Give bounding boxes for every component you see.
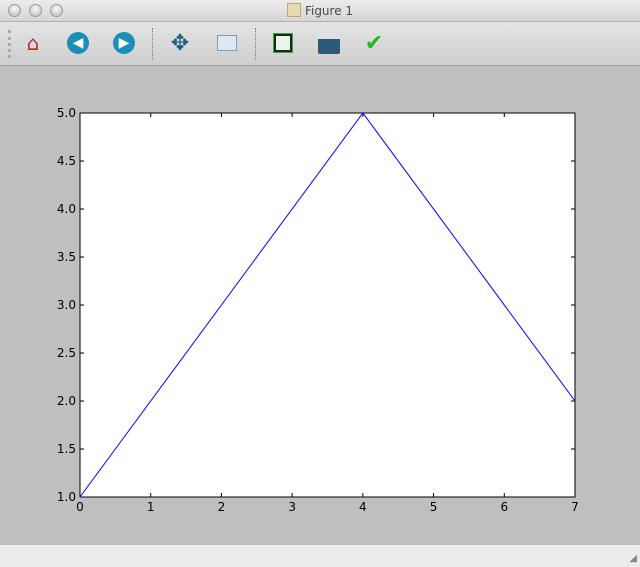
axes-area [79, 112, 576, 498]
data-point [362, 112, 364, 114]
toolbar: ⌂ ◀ ▶ ✥ ✔ [0, 22, 640, 66]
y-tick-label: 1.5 [57, 442, 76, 456]
x-tick-label: 6 [500, 500, 508, 514]
x-tick-label: 2 [218, 500, 226, 514]
y-tick-label: 5.0 [57, 106, 76, 120]
toolbar-separator [152, 28, 153, 60]
subplots-button[interactable] [270, 30, 296, 56]
resize-grip-icon[interactable]: ◢ [629, 553, 637, 564]
edit-button[interactable]: ✔ [361, 30, 387, 56]
back-button[interactable]: ◀ [65, 30, 91, 56]
data-point [79, 496, 81, 498]
window-title: Figure 1 [304, 4, 354, 18]
x-tick-label: 4 [359, 500, 367, 514]
y-tick-label: 2.0 [57, 394, 76, 408]
minimize-button[interactable] [29, 4, 42, 17]
x-tick-label: 5 [430, 500, 438, 514]
y-tick-label: 3.0 [57, 298, 76, 312]
arrow-left-icon: ◀ [67, 32, 89, 54]
home-button[interactable]: ⌂ [20, 30, 46, 56]
toolbar-grip[interactable] [8, 30, 11, 58]
y-tick-label: 4.0 [57, 202, 76, 216]
x-tick-label: 7 [571, 500, 579, 514]
title-bar: Figure 1 [0, 0, 640, 22]
save-button[interactable] [316, 30, 342, 56]
forward-button[interactable]: ▶ [111, 30, 137, 56]
figure-icon [286, 3, 301, 17]
y-tick-label: 2.5 [57, 346, 76, 360]
toolbar-separator [255, 28, 256, 60]
y-tick-label: 4.5 [57, 154, 76, 168]
status-bar: ◢ [0, 545, 640, 567]
zoom-rect-button[interactable] [214, 30, 240, 56]
data-point [574, 400, 576, 402]
close-button[interactable] [8, 4, 21, 17]
arrow-right-icon: ▶ [113, 32, 135, 54]
zoom-rect-icon [217, 35, 237, 51]
zoom-button[interactable] [50, 4, 63, 17]
figure-canvas[interactable]: 0 1 2 3 4 5 6 7 1.0 1.5 2.0 2.5 3.0 3.5 4.0 4.5 5.0 [0, 66, 640, 545]
x-tick-label: 3 [288, 500, 296, 514]
y-tick-label: 3.5 [57, 250, 76, 264]
floppy-icon [318, 32, 340, 54]
pan-button[interactable]: ✥ [167, 30, 193, 56]
x-tick-label: 0 [76, 500, 84, 514]
subplots-icon [273, 33, 293, 53]
move-icon: ✥ [170, 30, 190, 56]
x-tick-label: 1 [147, 500, 155, 514]
plot: 0 1 2 3 4 5 6 7 1.0 1.5 2.0 2.5 3.0 3.5 4.0 4.5 5.0 [57, 106, 579, 514]
checkmark-icon: ✔ [364, 30, 384, 56]
y-tick-label: 1.0 [57, 490, 76, 504]
home-icon: ⌂ [26, 31, 40, 55]
